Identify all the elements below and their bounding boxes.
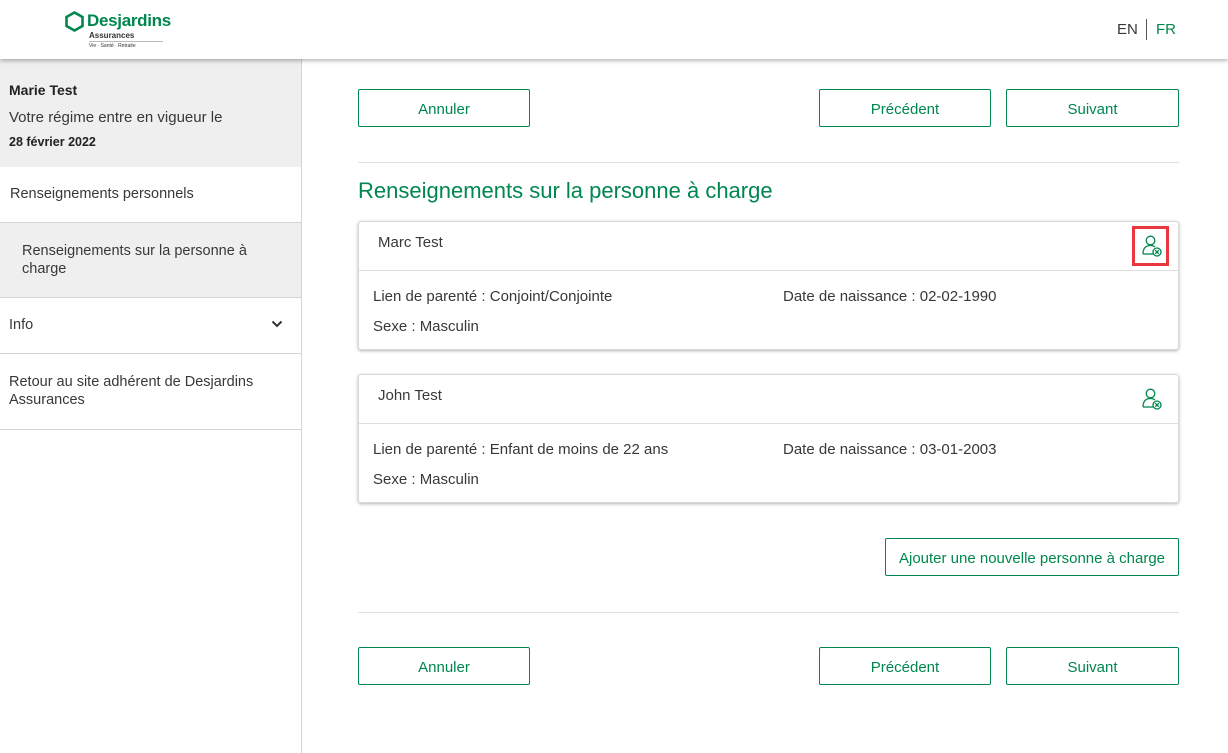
hexagon-logo-icon (65, 11, 84, 32)
sidebar-item-return-member-site[interactable]: Retour au site adhérent de Desjardins As… (0, 354, 301, 430)
sidebar-item-info[interactable]: Info (0, 298, 301, 354)
cancel-button[interactable]: Annuler (358, 89, 530, 127)
sidebar: Marie Test Votre régime entre en vigueur… (0, 59, 302, 753)
page-title: Renseignements sur la personne à charge (358, 178, 773, 203)
sidebar-item-personal-info[interactable]: Renseignements personnels (0, 167, 301, 223)
add-dependent-button[interactable]: Ajouter une nouvelle personne à charge (885, 538, 1179, 576)
logo-subtitle: Assurances (89, 31, 135, 40)
language-en-link[interactable]: EN (1117, 21, 1138, 38)
logo-divider (89, 41, 163, 42)
desjardins-logo[interactable]: Desjardins Assurances Vie · Santé · Retr… (64, 11, 174, 51)
dependent-name: Marc Test (378, 234, 443, 251)
profile-summary: Marie Test Votre régime entre en vigueur… (0, 59, 301, 167)
cancel-button[interactable]: Annuler (358, 647, 530, 685)
sidebar-item-label: Renseignements sur la personne à charge (22, 243, 247, 277)
dependent-card: John Test Lien de parenté : Enfant de mo… (358, 374, 1179, 503)
dependent-birth-date: Date de naissance : 02-02-1990 (783, 288, 997, 305)
previous-button[interactable]: Précédent (819, 89, 991, 127)
dependent-card: Marc Test Lien de parenté : Conjoint/Con… (358, 221, 1179, 350)
chevron-down-icon[interactable] (271, 319, 283, 329)
language-fr-link[interactable]: FR (1156, 21, 1176, 38)
next-button[interactable]: Suivant (1006, 89, 1179, 127)
dependent-relation: Lien de parenté : Enfant de moins de 22 … (373, 441, 669, 458)
dependent-sex: Sexe : Masculin (373, 318, 479, 335)
dependent-relation: Lien de parenté : Conjoint/Conjointe (373, 288, 613, 305)
card-divider (359, 270, 1178, 271)
language-separator (1146, 19, 1147, 40)
sidebar-item-label: Renseignements personnels (10, 186, 194, 202)
section-divider (358, 162, 1179, 163)
next-button[interactable]: Suivant (1006, 647, 1179, 685)
sidebar-item-dependent-info[interactable]: Renseignements sur la personne à charge (0, 223, 301, 298)
dependent-sex: Sexe : Masculin (373, 471, 479, 488)
previous-button[interactable]: Précédent (819, 647, 991, 685)
remove-person-icon[interactable] (1141, 387, 1163, 411)
plan-effective-label: Votre régime entre en vigueur le (9, 109, 223, 126)
logo-name: Desjardins (87, 11, 171, 30)
card-divider (359, 423, 1178, 424)
sidebar-item-label: Info (9, 317, 34, 333)
dependent-birth-date: Date de naissance : 03-01-2003 (783, 441, 997, 458)
user-name: Marie Test (9, 82, 78, 98)
dependent-name: John Test (378, 387, 442, 404)
highlight-box (1132, 226, 1169, 266)
logo-tagline: Vie · Santé · Retraite (89, 43, 136, 49)
plan-effective-date: 28 février 2022 (9, 135, 96, 149)
top-header: Desjardins Assurances Vie · Santé · Retr… (0, 0, 1228, 59)
sidebar-item-label: Retour au site adhérent de Desjardins As… (9, 374, 254, 408)
section-divider (358, 612, 1179, 613)
